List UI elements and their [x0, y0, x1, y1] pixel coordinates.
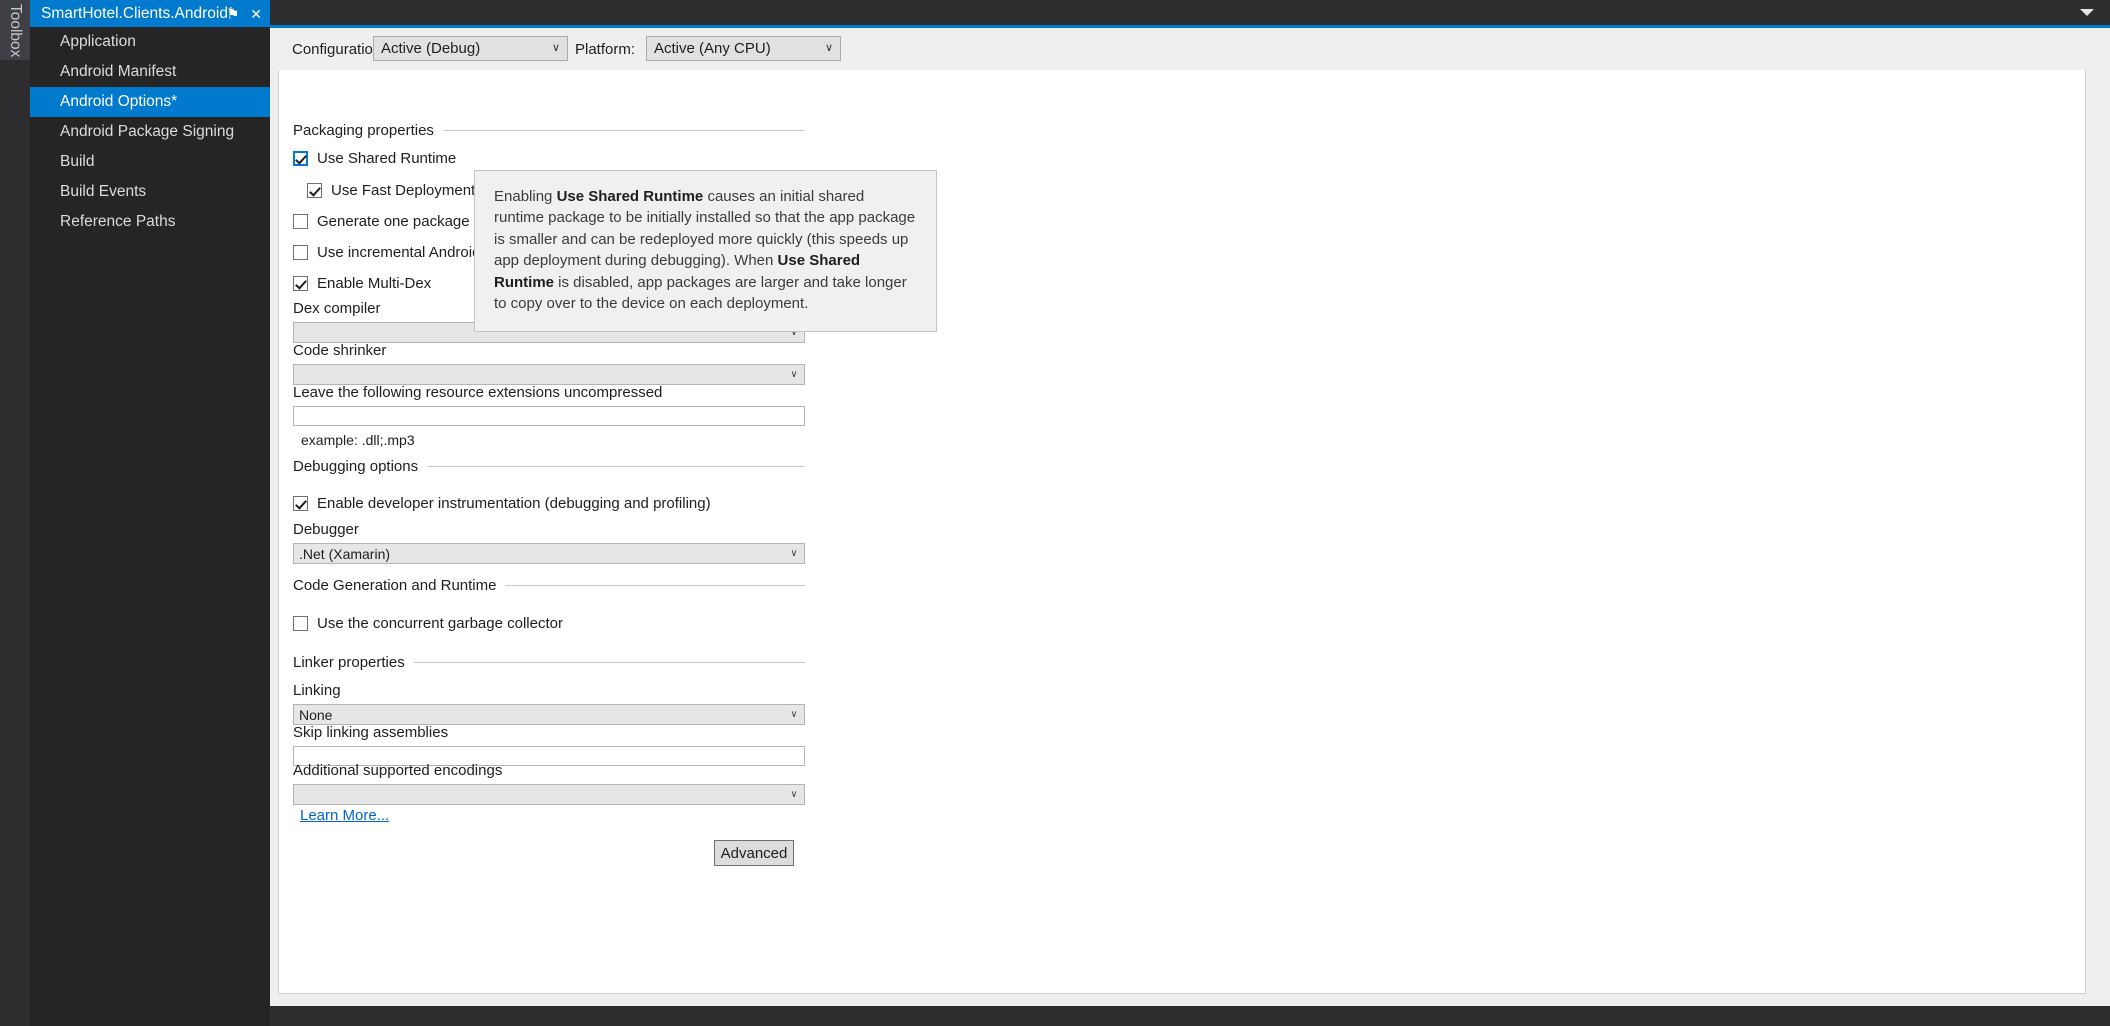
chevron-down-icon: ∨: [551, 42, 561, 54]
chevron-down-icon: ∨: [790, 789, 798, 800]
main-content-area: Configuration: Active (Debug) ∨ Platform…: [270, 0, 2110, 1026]
android-options-page: Configuration: Active (Debug) ∨ Platform…: [270, 28, 2110, 1006]
tooltip-use-shared-runtime: Enabling Use Shared Runtime causes an in…: [474, 170, 937, 332]
code-shrinker-label: Code shrinker: [293, 342, 387, 359]
sidebar-item-android-package-signing[interactable]: Android Package Signing: [30, 117, 270, 147]
debugger-label: Debugger: [293, 521, 359, 538]
additional-encodings-label: Additional supported encodings: [293, 762, 503, 779]
chevron-down-icon[interactable]: [2080, 9, 2094, 16]
checkbox-box[interactable]: [293, 151, 308, 166]
advanced-button[interactable]: Advanced: [714, 840, 794, 866]
additional-encodings-dropdown[interactable]: ∨: [293, 784, 805, 805]
group-title: Packaging properties: [293, 122, 434, 139]
sidebar-item-build-events[interactable]: Build Events: [30, 177, 270, 207]
sidebar-item-label: Build: [60, 153, 95, 170]
configuration-value: Active (Debug): [381, 40, 481, 57]
uncompressed-extensions-label: Leave the following resource extensions …: [293, 384, 663, 401]
sidebar-item-label: Reference Paths: [60, 213, 176, 230]
close-icon[interactable]: ✕: [250, 7, 262, 21]
properties-nav-pane: SmartHotel.Clients.Android* ⚑ ✕ Applicat…: [30, 0, 281, 1026]
toolbox-tab[interactable]: Toolbox: [0, 0, 30, 60]
checkbox-label: Use Shared Runtime: [317, 150, 457, 167]
chevron-down-icon: ∨: [790, 709, 798, 720]
checkbox-label: Enable Multi-Dex: [317, 275, 432, 292]
checkbox-box[interactable]: [307, 183, 322, 198]
chevron-down-icon: ∨: [790, 369, 798, 380]
learn-more-link[interactable]: Learn More...: [300, 807, 389, 824]
group-rule: [427, 466, 805, 467]
sidebar-item-application[interactable]: Application: [30, 27, 270, 57]
group-rule: [413, 662, 805, 663]
document-tab-title: SmartHotel.Clients.Android*: [41, 4, 234, 22]
platform-label: Platform:: [575, 41, 636, 58]
checkbox-box[interactable]: [293, 496, 308, 511]
linking-dropdown[interactable]: None ∨: [293, 704, 805, 725]
debugger-dropdown[interactable]: .Net (Xamarin) ∨: [293, 543, 805, 564]
sidebar-item-reference-paths[interactable]: Reference Paths: [30, 207, 270, 237]
debugger-value: .Net (Xamarin): [299, 545, 391, 562]
bottom-bar: [270, 1006, 2110, 1026]
group-title: Debugging options: [293, 458, 419, 475]
checkbox-box[interactable]: [293, 245, 308, 260]
checkbox-use-shared-runtime[interactable]: Use Shared Runtime: [293, 150, 456, 167]
title-bar-icons: ⚑ ✕: [227, 0, 262, 27]
group-rule: [505, 585, 805, 586]
chevron-down-icon: ∨: [790, 548, 798, 559]
tooltip-bold-1: Use Shared Runtime: [556, 188, 704, 205]
group-header-linker: Linker properties: [293, 654, 805, 671]
checkbox-box[interactable]: [293, 276, 308, 291]
checkbox-box[interactable]: [293, 214, 308, 229]
platform-value: Active (Any CPU): [654, 40, 771, 57]
sidebar-item-build[interactable]: Build: [30, 147, 270, 177]
group-header-packaging: Packaging properties: [293, 122, 805, 139]
uncompressed-extensions-input[interactable]: [293, 406, 805, 426]
sidebar-item-label: Application: [60, 33, 136, 50]
checkbox-enable-developer-instrumentation[interactable]: Enable developer instrumentation (debugg…: [293, 495, 711, 512]
skip-linking-assemblies-label: Skip linking assemblies: [293, 724, 449, 741]
sidebar-item-label: Android Package Signing: [60, 123, 235, 140]
pin-icon[interactable]: ⚑: [227, 7, 240, 21]
configuration-row: Configuration: Active (Debug) ∨ Platform…: [270, 28, 2110, 70]
properties-nav-list: Application Android Manifest Android Opt…: [30, 27, 281, 237]
uncompressed-extensions-hint: example: .dll;.mp3: [301, 432, 415, 448]
sidebar-item-android-manifest[interactable]: Android Manifest: [30, 57, 270, 87]
tooltip-text-part3: is disabled, app packages are larger and…: [494, 273, 907, 313]
checkbox-enable-multi-dex[interactable]: Enable Multi-Dex: [293, 275, 431, 292]
checkbox-label: Use the concurrent garbage collector: [317, 615, 563, 632]
document-tab-title-bar[interactable]: SmartHotel.Clients.Android* ⚑ ✕: [30, 0, 270, 27]
group-header-debugging: Debugging options: [293, 458, 805, 475]
top-strip: [270, 0, 2110, 25]
visual-studio-project-properties-window: Toolbox SmartHotel.Clients.Android* ⚑ ✕ …: [0, 0, 2110, 1026]
toolbox-strip: Toolbox: [0, 0, 30, 1026]
group-title: Linker properties: [293, 654, 405, 671]
platform-dropdown[interactable]: Active (Any CPU) ∨: [646, 36, 841, 61]
checkbox-label: Enable developer instrumentation (debugg…: [317, 495, 711, 512]
linking-value: None: [299, 706, 333, 723]
group-header-codegen: Code Generation and Runtime: [293, 577, 805, 594]
toolbox-tab-label: Toolbox: [7, 4, 24, 58]
dex-compiler-label: Dex compiler: [293, 300, 381, 317]
options-panel: Packaging properties Use Shared Runtime …: [278, 70, 2086, 994]
tooltip-text-part1: Enabling: [494, 188, 557, 205]
group-rule: [442, 130, 805, 131]
checkbox-concurrent-garbage-collector[interactable]: Use the concurrent garbage collector: [293, 615, 563, 632]
sidebar-item-label: Android Options*: [60, 93, 178, 110]
sidebar-item-label: Android Manifest: [60, 63, 177, 80]
chevron-down-icon: ∨: [824, 42, 834, 54]
code-shrinker-dropdown[interactable]: ∨: [293, 364, 805, 385]
group-title: Code Generation and Runtime: [293, 577, 497, 594]
linking-label: Linking: [293, 682, 341, 699]
configuration-dropdown[interactable]: Active (Debug) ∨: [373, 36, 568, 61]
sidebar-item-android-options[interactable]: Android Options*: [30, 87, 281, 117]
sidebar-item-label: Build Events: [60, 183, 147, 200]
advanced-button-label: Advanced: [720, 844, 788, 862]
configuration-label: Configuration:: [292, 41, 386, 58]
checkbox-box[interactable]: [293, 616, 308, 631]
